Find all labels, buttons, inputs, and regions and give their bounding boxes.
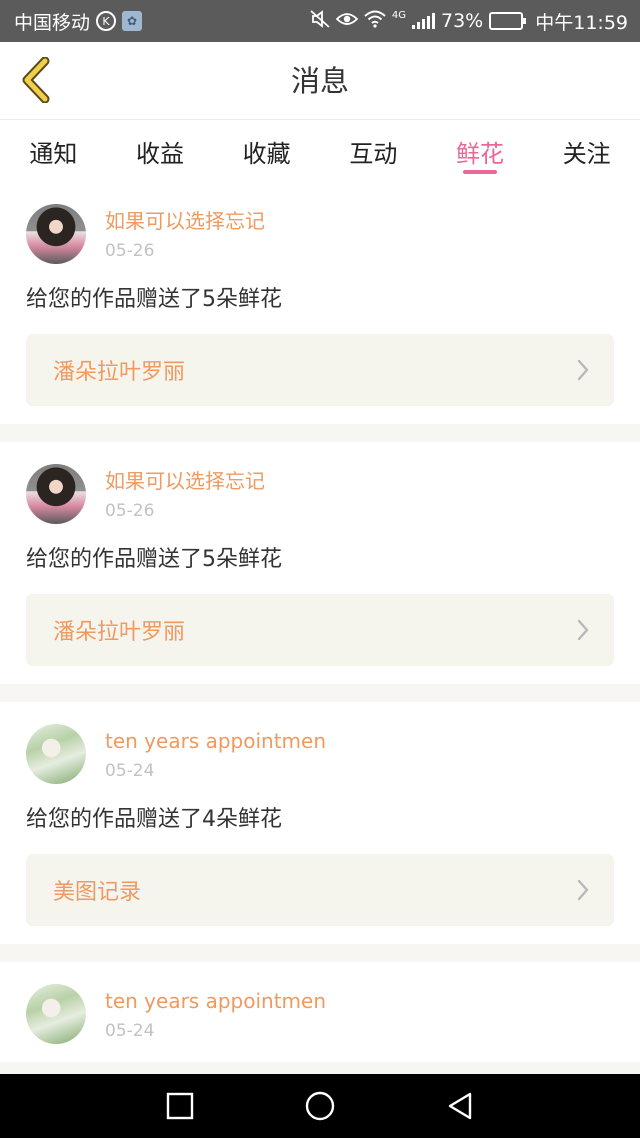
system-back-button[interactable]	[430, 1076, 490, 1136]
tab-label: 鲜花	[456, 140, 505, 168]
work-link[interactable]: 美图记录	[26, 854, 614, 926]
tab-label: 收藏	[242, 140, 291, 168]
tab-label: 互动	[349, 140, 398, 168]
chevron-right-icon	[577, 359, 589, 381]
message-list: 如果可以选择忘记 05-26 给您的作品赠送了5朵鲜花 潘朵拉叶罗丽 如果可以选…	[0, 182, 640, 1074]
back-triangle-icon	[448, 1092, 472, 1120]
work-title: 潘朵拉叶罗丽	[53, 620, 186, 645]
signal-icon	[412, 13, 435, 29]
battery-percent: 73%	[441, 10, 484, 32]
recent-apps-icon	[166, 1092, 194, 1120]
avatar[interactable]	[26, 204, 86, 264]
tab-following[interactable]: 关注	[533, 120, 640, 182]
message-text: 给您的作品赠送了4朵鲜花	[26, 807, 282, 832]
tab-label: 收益	[136, 140, 184, 168]
avatar[interactable]	[26, 724, 86, 784]
tab-label: 关注	[562, 140, 611, 168]
message-date: 05-26	[105, 241, 155, 261]
home-button[interactable]	[290, 1076, 350, 1136]
message-card: ten years appointmen 05-24 给您的作品赠送了4朵鲜花 …	[0, 702, 640, 944]
eye-icon	[335, 11, 359, 31]
clock: 中午11:59	[535, 11, 628, 34]
work-link[interactable]: 潘朵拉叶罗丽	[26, 334, 614, 406]
tab-notifications[interactable]: 通知	[0, 120, 107, 182]
work-title: 美图记录	[53, 880, 142, 905]
message-card: 如果可以选择忘记 05-26 给您的作品赠送了5朵鲜花 潘朵拉叶罗丽	[0, 182, 640, 424]
tab-earnings[interactable]: 收益	[107, 120, 214, 182]
sender-name[interactable]: ten years appointmen	[105, 986, 326, 1016]
system-nav-bar	[0, 1074, 640, 1138]
tab-flowers[interactable]: 鲜花	[427, 120, 534, 182]
avatar[interactable]	[26, 984, 86, 1044]
tab-favorites[interactable]: 收藏	[213, 120, 320, 182]
sender-name[interactable]: ten years appointmen	[105, 726, 326, 756]
wifi-icon	[364, 10, 386, 32]
network-type: 4G	[391, 9, 406, 21]
status-bar: 中国移动 K ✿ 4G 73% 中午11:59	[0, 0, 640, 42]
carrier-name: 中国移动	[14, 11, 91, 34]
recent-apps-button[interactable]	[150, 1076, 210, 1136]
chevron-right-icon	[577, 879, 589, 901]
tab-interactions[interactable]: 互动	[320, 120, 427, 182]
message-text: 给您的作品赠送了5朵鲜花	[26, 547, 282, 572]
message-text: 给您的作品赠送了5朵鲜花	[26, 287, 282, 312]
message-date: 05-24	[105, 1021, 155, 1041]
work-title: 潘朵拉叶罗丽	[53, 360, 186, 385]
home-icon	[305, 1091, 335, 1121]
chevron-right-icon	[577, 619, 589, 641]
sender-name[interactable]: 如果可以选择忘记	[105, 206, 265, 236]
title-bar: 消息	[0, 42, 640, 120]
avatar[interactable]	[26, 464, 86, 524]
message-date: 05-24	[105, 761, 155, 781]
tab-label: 通知	[29, 140, 78, 168]
mute-icon	[310, 10, 330, 32]
page-title: 消息	[290, 64, 349, 98]
paw-app-icon: ✿	[122, 11, 143, 31]
battery-icon	[489, 12, 527, 30]
message-date: 05-26	[105, 501, 155, 521]
sender-name[interactable]: 如果可以选择忘记	[105, 466, 265, 496]
message-card: ten years appointmen 05-24	[0, 962, 640, 1062]
work-link[interactable]: 潘朵拉叶罗丽	[26, 594, 614, 666]
message-card: 如果可以选择忘记 05-26 给您的作品赠送了5朵鲜花 潘朵拉叶罗丽	[0, 442, 640, 684]
category-tabs: 通知 收益 收藏 互动 鲜花 关注	[0, 120, 640, 182]
k-badge-icon: K	[96, 11, 117, 31]
